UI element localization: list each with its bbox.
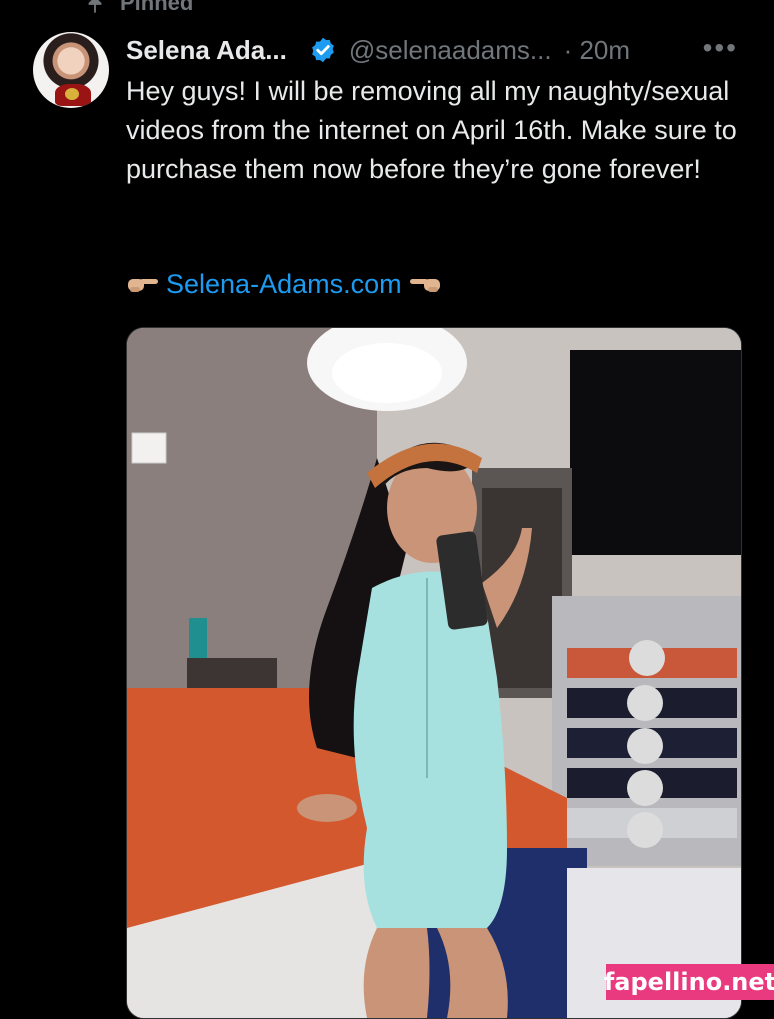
tweet-media-photo[interactable] <box>126 327 742 1019</box>
pointing-right-hand-icon <box>128 279 158 292</box>
website-link[interactable]: Selena-Adams.com <box>166 269 402 300</box>
author-handle[interactable]: @selenaadams... <box>349 35 552 66</box>
verified-badge-icon[interactable] <box>309 36 337 64</box>
author-name[interactable]: Selena Ada... <box>126 35 287 66</box>
tweet-timestamp[interactable]: · 20m <box>564 35 630 66</box>
site-watermark: fapellino.net <box>604 964 774 1000</box>
tweet-link-row: Selena-Adams.com <box>126 264 442 304</box>
photo-illustration <box>127 328 741 1018</box>
tweet-header: Selena Ada... @selenaadams... · 20m ••• <box>126 30 746 70</box>
more-icon[interactable]: ••• <box>703 32 738 64</box>
tweet-text: Hey guys! I will be removing all my naug… <box>126 76 737 184</box>
pinned-label: Pinned <box>120 0 194 15</box>
avatar-flower <box>65 88 79 100</box>
pinned-indicator: Pinned <box>84 0 193 16</box>
pin-icon <box>88 0 102 14</box>
pointing-left-hand-icon <box>409 279 440 292</box>
avatar[interactable] <box>33 32 109 108</box>
